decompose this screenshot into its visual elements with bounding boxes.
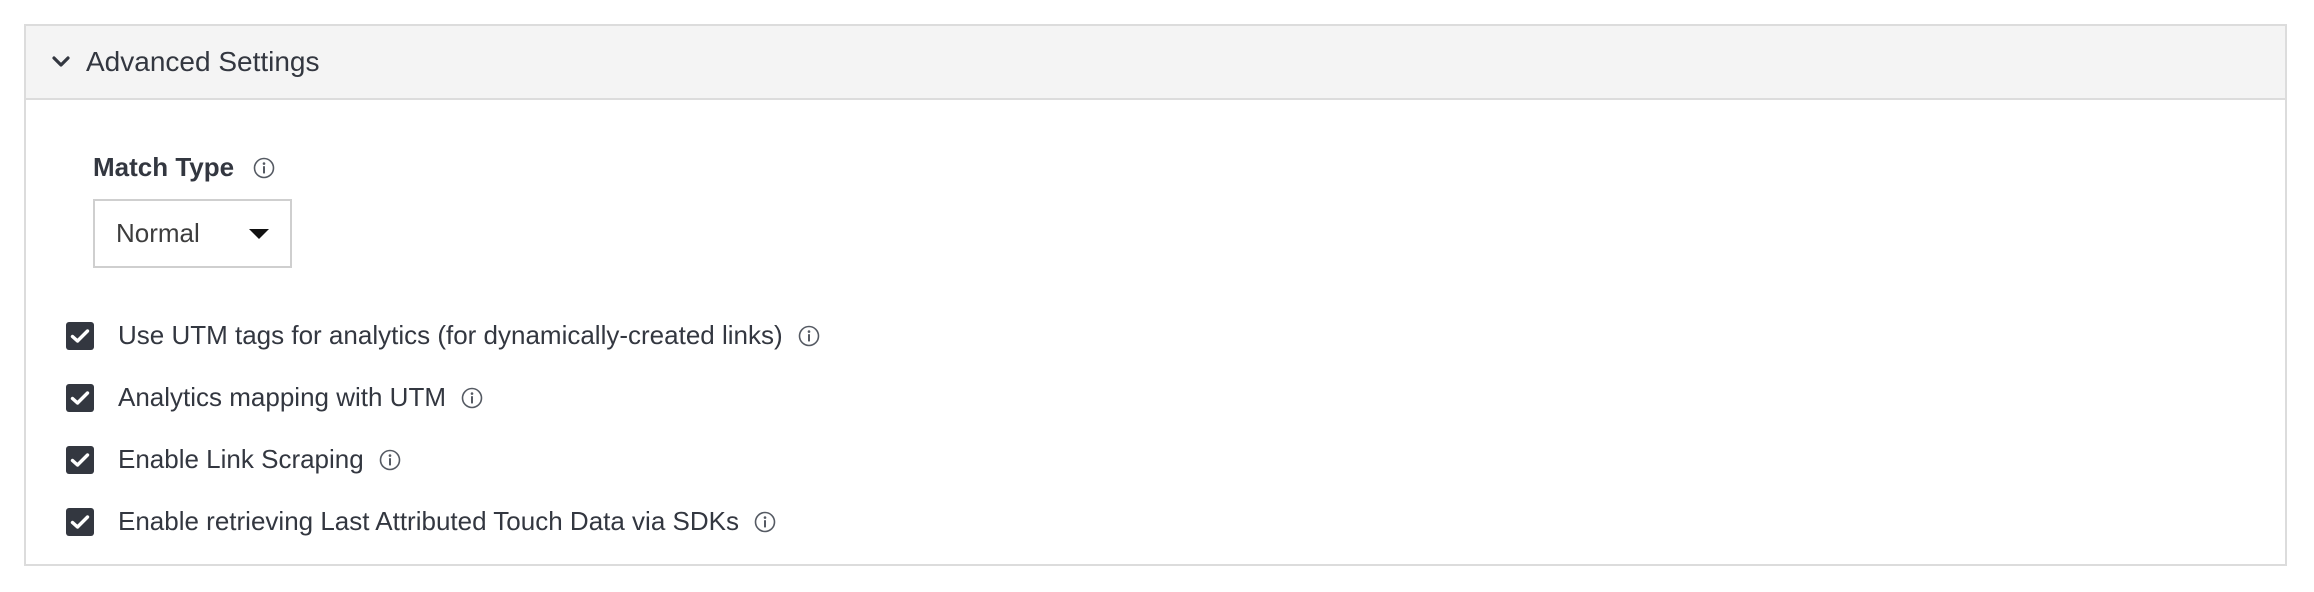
advanced-settings-toggle[interactable]: Advanced Settings (26, 26, 2285, 100)
section-title: Advanced Settings (86, 46, 320, 77)
last-attributed-touch-checkbox[interactable] (66, 507, 94, 536)
match-type-select[interactable]: Normal (93, 199, 292, 268)
utm-tags-checkbox[interactable] (66, 321, 94, 350)
info-icon[interactable] (252, 156, 276, 180)
checkbox-label: Analytics mapping with UTM (118, 382, 446, 412)
checkmark-icon (70, 514, 90, 529)
checkbox-label: Enable retrieving Last Attributed Touch … (118, 506, 739, 536)
info-icon[interactable] (378, 448, 402, 472)
chevron-down-icon (50, 51, 72, 73)
checkbox-row-utm-tags: Use UTM tags for analytics (for dynamica… (66, 320, 821, 351)
link-scraping-checkbox[interactable] (66, 445, 94, 474)
checkbox-label: Enable Link Scraping (118, 444, 364, 474)
info-icon[interactable] (460, 386, 484, 410)
analytics-mapping-checkbox[interactable] (66, 383, 94, 412)
checkmark-icon (70, 452, 90, 467)
match-type-selected-value: Normal (116, 218, 200, 248)
checkmark-icon (70, 390, 90, 405)
checkmark-icon (70, 328, 90, 343)
match-type-label-row: Match Type (93, 152, 276, 183)
caret-down-icon (249, 228, 269, 239)
checkbox-label: Use UTM tags for analytics (for dynamica… (118, 320, 783, 350)
checkbox-row-analytics-mapping: Analytics mapping with UTM (66, 382, 484, 413)
advanced-settings-panel: Advanced Settings Match Type Normal Use … (24, 24, 2287, 566)
info-icon[interactable] (797, 324, 821, 348)
checkbox-row-last-attributed-touch: Enable retrieving Last Attributed Touch … (66, 506, 777, 537)
match-type-label: Match Type (93, 152, 235, 182)
checkbox-row-link-scraping: Enable Link Scraping (66, 444, 402, 475)
info-icon[interactable] (753, 510, 777, 534)
